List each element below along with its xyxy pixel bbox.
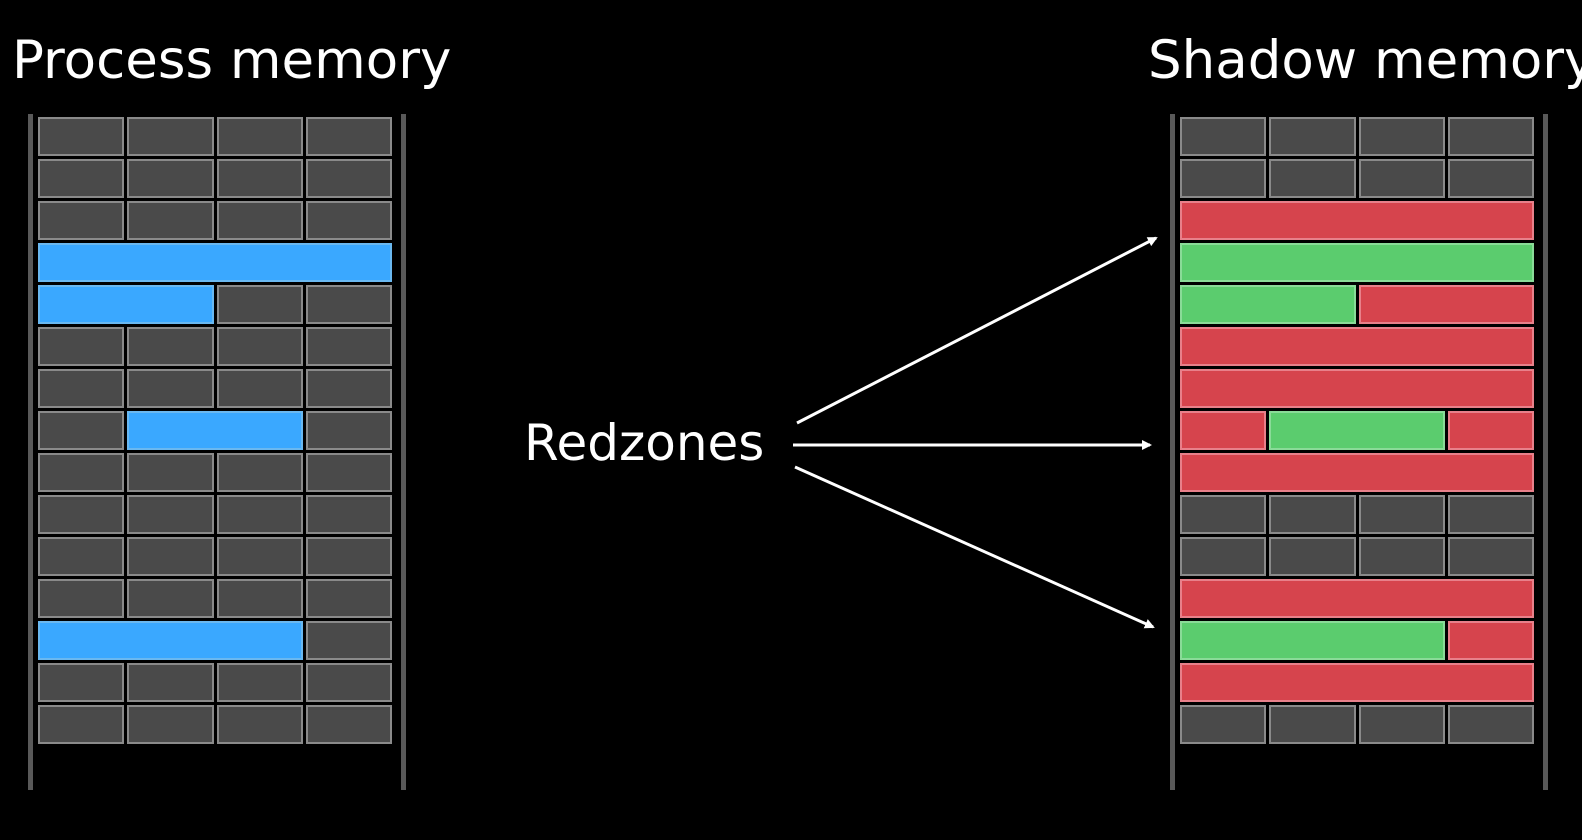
shadow-memory-cell-red xyxy=(1180,453,1534,492)
process-memory-cell-gray xyxy=(305,201,392,240)
process-memory-cell-gray xyxy=(127,453,214,492)
shadow-memory-cell-green xyxy=(1180,243,1534,282)
shadow-memory-cell-gray xyxy=(1269,159,1356,198)
process-memory-cell-gray xyxy=(216,453,303,492)
process-memory-cell-gray xyxy=(127,579,214,618)
process-memory-cell-gray xyxy=(305,411,392,450)
shadow-memory-cell-red xyxy=(1180,663,1534,702)
process-memory-cell-gray xyxy=(216,285,303,324)
process-memory-cell-gray xyxy=(38,369,125,408)
shadow-memory-cell-green xyxy=(1180,285,1356,324)
process-memory-cell-gray xyxy=(38,579,125,618)
shadow-memory-cell-gray xyxy=(1180,159,1267,198)
process-memory-cell-gray xyxy=(127,495,214,534)
process-memory-cell-gray xyxy=(216,201,303,240)
shadow-memory-cell-gray xyxy=(1447,537,1534,576)
shadow-memory-cell-gray xyxy=(1447,117,1534,156)
arrow-to-lower-redzone xyxy=(794,465,1155,629)
shadow-memory-title: Shadow memory xyxy=(1148,30,1582,91)
shadow-memory-cell-red xyxy=(1180,579,1534,618)
shadow-memory-cell-gray xyxy=(1269,495,1356,534)
process-memory-cell-blue xyxy=(38,285,214,324)
process-memory-cell-gray xyxy=(127,117,214,156)
shadow-memory-cell-gray xyxy=(1180,117,1267,156)
shadow-memory-cell-gray xyxy=(1358,159,1445,198)
process-memory-cell-gray xyxy=(38,705,125,744)
shadow-memory-cell-green xyxy=(1269,411,1445,450)
process-memory-cell-gray xyxy=(38,453,125,492)
process-memory-cell-gray xyxy=(38,327,125,366)
process-memory-cell-blue xyxy=(38,621,303,660)
process-memory-cell-gray xyxy=(216,369,303,408)
process-memory-cell-gray xyxy=(305,621,392,660)
process-memory-cell-gray xyxy=(216,327,303,366)
process-memory-cell-blue xyxy=(127,411,303,450)
shadow-memory-cell-red xyxy=(1180,201,1534,240)
process-memory-cell-gray xyxy=(127,369,214,408)
shadow-memory-cell-gray xyxy=(1180,495,1267,534)
redzones-label: Redzones xyxy=(524,414,765,472)
process-memory-cell-gray xyxy=(38,411,125,450)
shadow-memory-cell-red xyxy=(1180,411,1267,450)
shadow-memory-right-rail xyxy=(1543,114,1548,790)
shadow-memory-cell-gray xyxy=(1269,537,1356,576)
process-memory-cell-gray xyxy=(305,705,392,744)
process-memory-cell-gray xyxy=(127,201,214,240)
process-memory-cell-gray xyxy=(305,285,392,324)
process-memory-cell-gray xyxy=(38,201,125,240)
shadow-memory-cell-gray xyxy=(1447,705,1534,744)
shadow-memory-cell-gray xyxy=(1358,537,1445,576)
shadow-memory-cell-green xyxy=(1180,621,1445,660)
shadow-memory-cell-gray xyxy=(1358,495,1445,534)
shadow-memory-grid xyxy=(1180,117,1537,786)
process-memory-cell-gray xyxy=(305,495,392,534)
process-memory-right-rail xyxy=(401,114,406,790)
process-memory-cell-gray xyxy=(127,663,214,702)
process-memory-cell-gray xyxy=(305,117,392,156)
process-memory-cell-gray xyxy=(305,159,392,198)
shadow-memory-cell-gray xyxy=(1447,159,1534,198)
shadow-memory-cell-gray xyxy=(1269,705,1356,744)
process-memory-cell-gray xyxy=(216,537,303,576)
shadow-memory-cell-red xyxy=(1447,411,1534,450)
process-memory-cell-gray xyxy=(38,117,125,156)
process-memory-cell-gray xyxy=(305,453,392,492)
process-memory-cell-gray xyxy=(216,117,303,156)
process-memory-cell-gray xyxy=(127,537,214,576)
shadow-memory-cell-red xyxy=(1358,285,1534,324)
shadow-memory-cell-gray xyxy=(1269,117,1356,156)
process-memory-cell-gray xyxy=(305,537,392,576)
shadow-memory-cell-gray xyxy=(1447,495,1534,534)
process-memory-cell-gray xyxy=(38,537,125,576)
process-memory-cell-gray xyxy=(127,327,214,366)
process-memory-cell-gray xyxy=(216,663,303,702)
process-memory-cell-gray xyxy=(216,579,303,618)
shadow-memory-cell-gray xyxy=(1180,537,1267,576)
process-memory-cell-gray xyxy=(216,495,303,534)
process-memory-cell-gray xyxy=(38,663,125,702)
shadow-memory-cell-gray xyxy=(1180,705,1267,744)
process-memory-cell-gray xyxy=(38,159,125,198)
process-memory-cell-gray xyxy=(216,159,303,198)
shadow-memory-cell-red xyxy=(1180,327,1534,366)
process-memory-cell-gray xyxy=(38,495,125,534)
shadow-memory-cell-red xyxy=(1447,621,1534,660)
process-memory-grid xyxy=(38,117,395,786)
process-memory-cell-gray xyxy=(305,663,392,702)
process-memory-cell-gray xyxy=(305,327,392,366)
process-memory-cell-gray xyxy=(305,369,392,408)
arrow-to-upper-redzone xyxy=(796,236,1158,425)
process-memory-title: Process memory xyxy=(12,30,452,91)
process-memory-cell-gray xyxy=(305,579,392,618)
process-memory-cell-gray xyxy=(127,159,214,198)
shadow-memory-cell-red xyxy=(1180,369,1534,408)
process-memory-cell-gray xyxy=(216,705,303,744)
process-memory-cell-gray xyxy=(127,705,214,744)
shadow-memory-left-rail xyxy=(1170,114,1175,790)
process-memory-left-rail xyxy=(28,114,33,790)
shadow-memory-cell-gray xyxy=(1358,705,1445,744)
shadow-memory-cell-gray xyxy=(1358,117,1445,156)
process-memory-cell-blue xyxy=(38,243,392,282)
